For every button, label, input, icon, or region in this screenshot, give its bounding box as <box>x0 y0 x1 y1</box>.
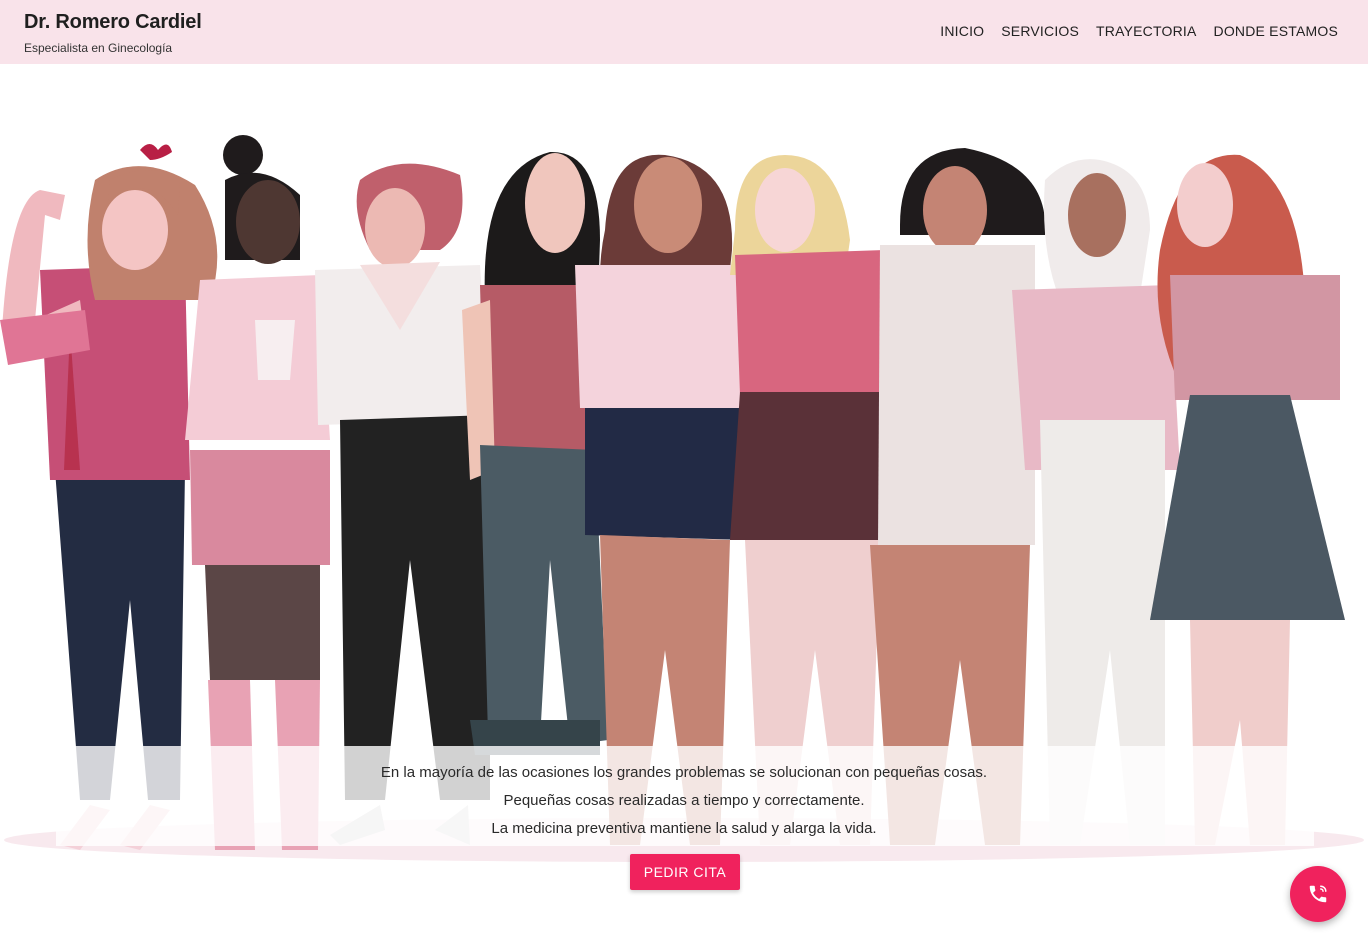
nav-servicios[interactable]: SERVICIOS <box>1001 23 1079 39</box>
site-subtitle: Especialista en Ginecología <box>24 41 173 55</box>
woman-5-figure <box>575 154 745 845</box>
pedir-cita-button[interactable]: PEDIR CITA <box>630 854 740 890</box>
woman-7-figure <box>870 148 1046 845</box>
woman-8-figure <box>1012 159 1180 845</box>
top-header: Dr. Romero Cardiel Especialista en Ginec… <box>0 0 1368 64</box>
phone-call-icon <box>1309 885 1327 903</box>
hero-line-1: En la mayoría de las ocasiones los grand… <box>380 764 988 781</box>
hero-quote: En la mayoría de las ocasiones los grand… <box>0 759 1368 843</box>
woman-6-figure <box>730 155 890 845</box>
hero-line-3: La medicina preventiva mantiene la salud… <box>491 820 877 837</box>
call-button[interactable] <box>1290 866 1346 922</box>
woman-1-figure <box>0 144 218 850</box>
hero-line-2: Pequeñas cosas realizadas a tiempo y cor… <box>503 792 865 809</box>
nav-inicio[interactable]: INICIO <box>940 23 984 39</box>
woman-3-figure <box>315 163 490 845</box>
nav-donde-estamos[interactable]: DONDE ESTAMOS <box>1214 23 1338 39</box>
nav-trayectoria[interactable]: TRAYECTORIA <box>1096 23 1196 39</box>
main-nav: INICIO SERVICIOS TRAYECTORIA DONDE ESTAM… <box>940 23 1338 39</box>
woman-9-figure <box>1150 154 1345 845</box>
site-title[interactable]: Dr. Romero Cardiel <box>24 11 202 34</box>
